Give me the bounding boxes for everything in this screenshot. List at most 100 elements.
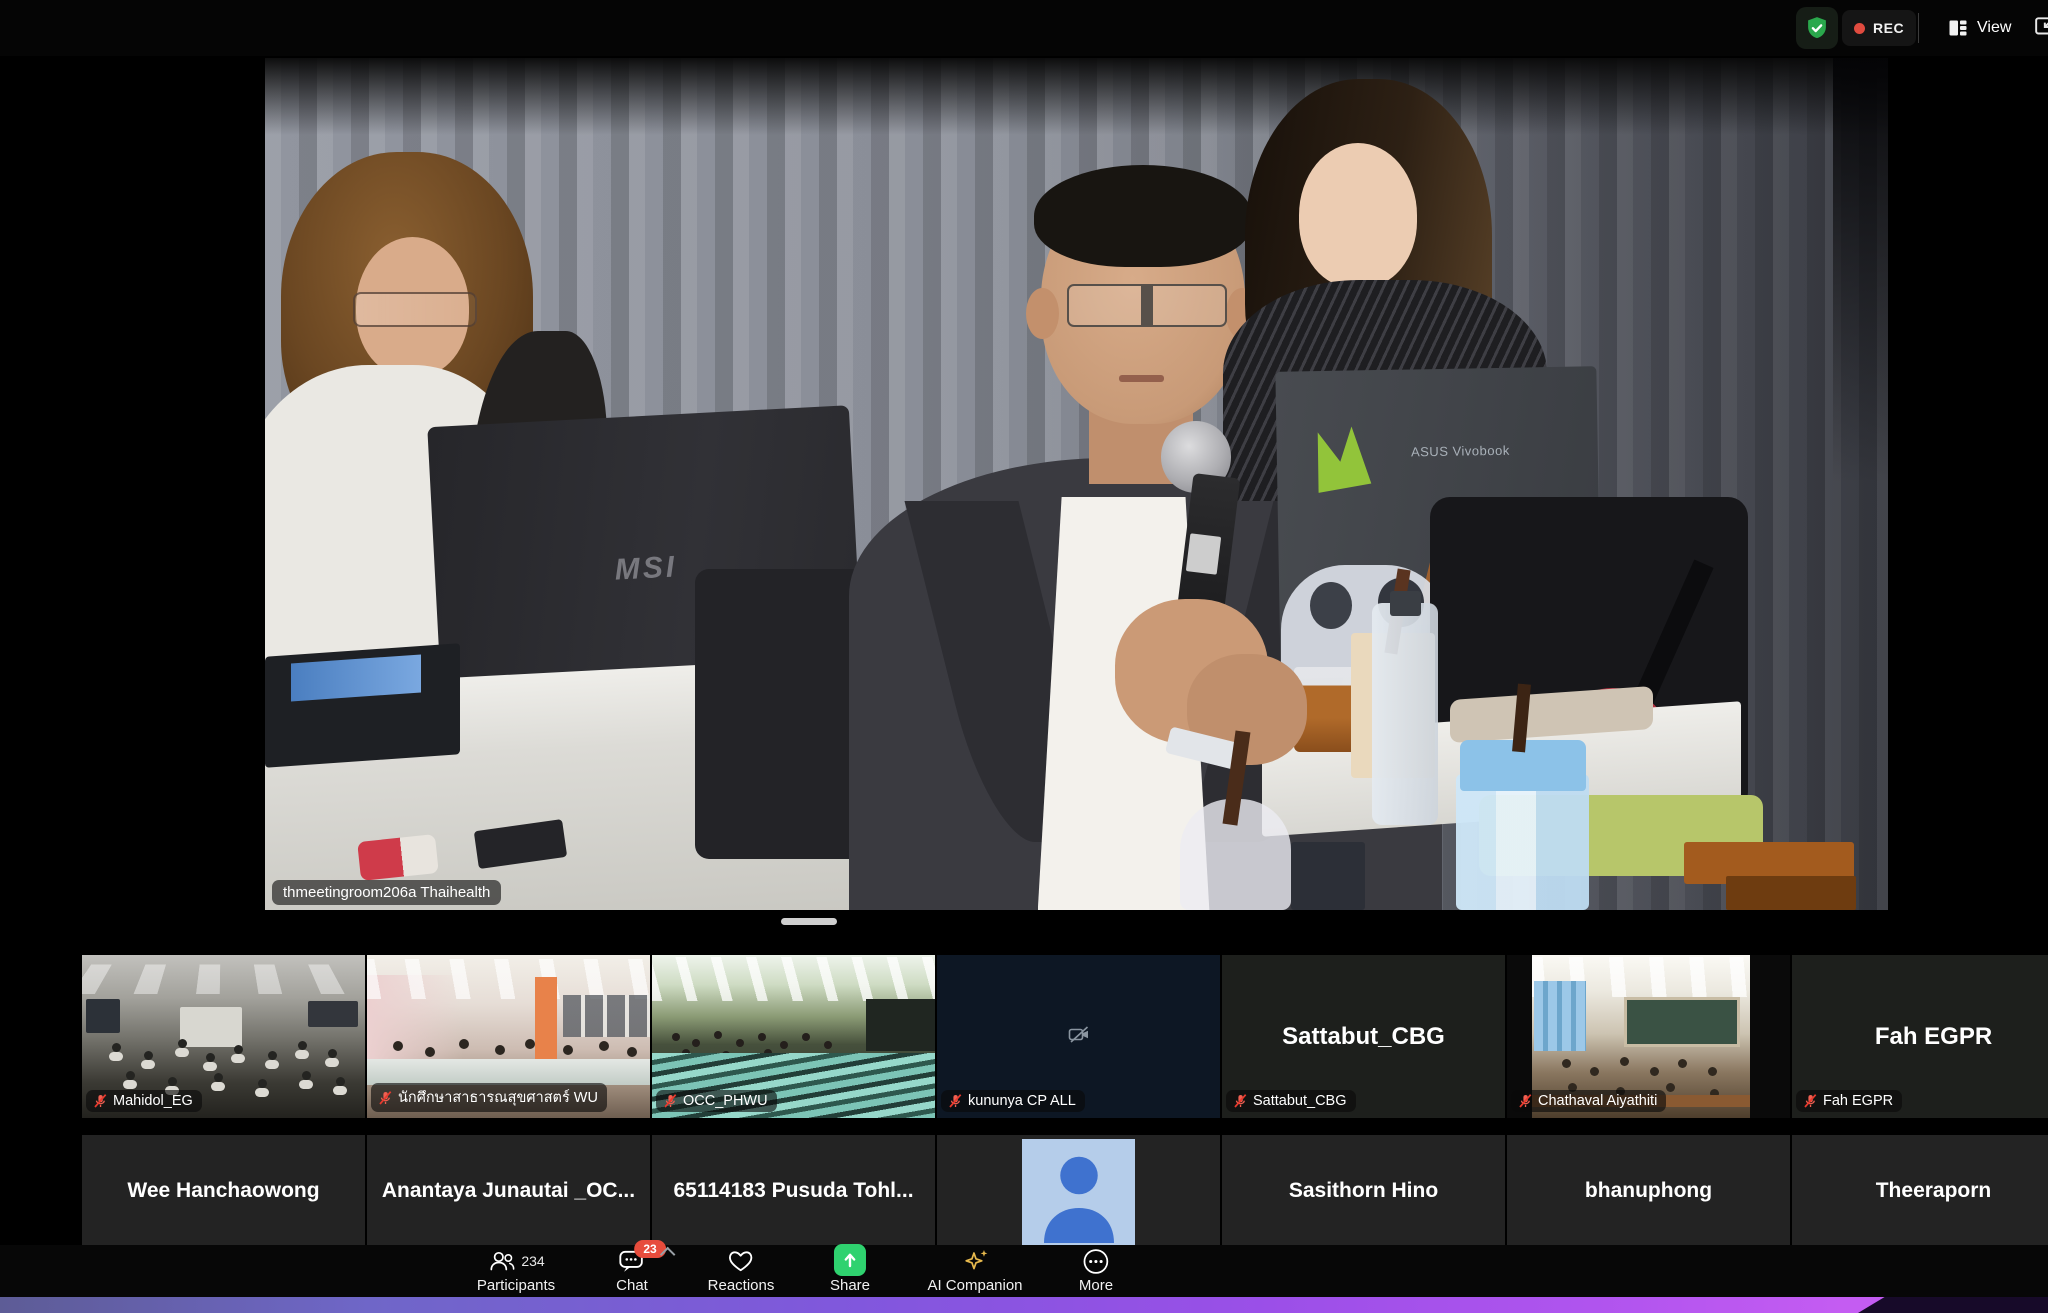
- right-edge-shadow: [1833, 58, 1888, 484]
- participant-center-name: Sasithorn Hino: [1222, 1135, 1505, 1247]
- meeting-top-bar: REC View: [0, 0, 2048, 56]
- left-attendee-glasses: [353, 292, 477, 327]
- gallery-view-icon: [1948, 18, 1968, 38]
- microphone-label: [1186, 533, 1221, 575]
- ceiling-lights: [82, 964, 365, 994]
- rec-label: REC: [1873, 20, 1904, 36]
- msi-logo-text: MSI: [614, 551, 678, 588]
- speaker-glasses: [1067, 284, 1227, 327]
- participant-center-name: 65114183 Pusuda Tohl...: [652, 1135, 935, 1247]
- participant-tile-fah-egpr[interactable]: Fah EGPR Fah EGPR: [1792, 955, 2048, 1118]
- chat-button[interactable]: 23 Chat: [616, 1247, 648, 1294]
- reactions-button[interactable]: Reactions: [708, 1247, 775, 1294]
- participant-name-pill: Mahidol_EG: [86, 1090, 202, 1112]
- security-button[interactable]: [1796, 7, 1838, 49]
- ai-companion-sparkle-icon: [960, 1248, 990, 1275]
- speaker-mouth: [1119, 375, 1164, 382]
- crowd: [652, 955, 660, 963]
- security-shield-icon: [1804, 15, 1830, 41]
- camera-off-icon: [1067, 1022, 1091, 1051]
- students: [1532, 955, 1541, 964]
- blue-pitcher-body: [1456, 774, 1589, 910]
- more-ellipsis-icon: [1082, 1248, 1110, 1275]
- rec-dot-icon: [1854, 23, 1865, 34]
- student-shirts: [82, 955, 96, 964]
- plastic-bag-hole-1: [1310, 582, 1352, 629]
- participant-center-name: bhanuphong: [1507, 1135, 1790, 1247]
- active-speaker-name-label: thmeetingroom206a Thaihealth: [272, 880, 501, 905]
- water-bottle-cap: [1390, 591, 1421, 617]
- wooden-chair-leg: [1726, 876, 1856, 910]
- ceiling-lights: [652, 957, 935, 1001]
- speaker-hair: [1034, 165, 1251, 267]
- participant-tile-anantaya[interactable]: Anantaya Junautai _OC...: [367, 1135, 650, 1247]
- participant-tile-theeraporn[interactable]: Theeraporn: [1792, 1135, 2048, 1247]
- participant-center-name: Wee Hanchaowong: [82, 1135, 365, 1247]
- participant-tile-kununya[interactable]: kununya CP ALL: [937, 955, 1220, 1118]
- participant-tile-pusuda[interactable]: 65114183 Pusuda Tohl...: [652, 1135, 935, 1247]
- heart-reactions-icon: [727, 1248, 755, 1274]
- muted-mic-icon: [1802, 1093, 1818, 1109]
- participant-tile-bhanuphong[interactable]: bhanuphong: [1507, 1135, 1790, 1247]
- wall-tv-left: [86, 999, 120, 1033]
- participant-name-pill: OCC_PHWU: [656, 1090, 777, 1112]
- back-attendee-face: [1299, 143, 1417, 288]
- recording-indicator[interactable]: REC: [1842, 10, 1916, 46]
- participant-name-pill: นักศึกษาสาธารณสุขศาสตร์ WU: [371, 1083, 607, 1112]
- participant-tile-sattabut[interactable]: Sattabut_CBG Sattabut_CBG: [1222, 955, 1505, 1118]
- blackboard: [866, 999, 935, 1051]
- ceiling-lights: [367, 959, 650, 999]
- meeting-toolbar: 234 Participants 23 Chat Reactions: [0, 1245, 2048, 1297]
- filmstrip-drag-handle[interactable]: [781, 918, 837, 925]
- participant-tile-wu-students[interactable]: นักศึกษาสาธารณสุขศาสตร์ WU: [367, 955, 650, 1118]
- dark-glass: [1291, 842, 1366, 910]
- orange-pillar: [535, 977, 557, 1069]
- muted-mic-icon: [947, 1093, 963, 1109]
- participant-tile-wee[interactable]: Wee Hanchaowong: [82, 1135, 365, 1247]
- lab-tables: [367, 1059, 650, 1085]
- muted-mic-icon: [1232, 1093, 1248, 1109]
- participant-tile-avatar[interactable]: [937, 1135, 1220, 1247]
- participants-count: 234: [521, 1253, 544, 1269]
- participant-name-pill: Fah EGPR: [1796, 1090, 1902, 1112]
- topbar-divider: [1918, 13, 1919, 43]
- participant-name-pill: kununya CP ALL: [941, 1090, 1085, 1112]
- participant-tile-chathaval[interactable]: Chathaval Aiyathiti: [1507, 955, 1790, 1118]
- participant-name-pill: Sattabut_CBG: [1226, 1090, 1356, 1112]
- student-heads: [367, 955, 377, 965]
- wall-panel-right: [308, 1001, 358, 1027]
- muted-mic-icon: [92, 1093, 108, 1109]
- person-avatar-icon: [1034, 1143, 1124, 1243]
- blue-curtain: [1534, 981, 1586, 1051]
- participant-tile-sasithorn[interactable]: Sasithorn Hino: [1222, 1135, 1505, 1247]
- water-bottle: [1372, 603, 1439, 825]
- chalkboard: [1624, 997, 1740, 1047]
- participant-tile-occ-phwu[interactable]: OCC_PHWU: [652, 955, 935, 1118]
- view-label: View: [1977, 19, 2011, 37]
- participants-icon: [487, 1248, 515, 1274]
- projector-screen: [180, 1007, 242, 1047]
- ai-companion-button[interactable]: AI Companion: [927, 1247, 1022, 1294]
- table-red-object: [357, 834, 439, 881]
- share-screen-button[interactable]: Share: [830, 1247, 870, 1294]
- ceiling-dark-band: [265, 58, 1888, 135]
- profile-avatar: [1022, 1139, 1135, 1247]
- more-button[interactable]: More: [1079, 1247, 1113, 1294]
- exit-fullscreen-icon: [2034, 14, 2048, 40]
- participant-tile-mahidol-eg[interactable]: Mahidol_EG: [82, 955, 365, 1118]
- desktop-wallpaper-strip: [0, 1297, 2048, 1313]
- wallpaper-dark-corner: [1858, 1297, 2048, 1313]
- view-button[interactable]: View: [1948, 11, 2011, 45]
- speaker-ear-left: [1026, 288, 1058, 339]
- participants-button[interactable]: 234 Participants: [477, 1247, 555, 1294]
- participant-name-pill: Chathaval Aiyathiti: [1511, 1090, 1666, 1112]
- exit-fullscreen-button[interactable]: [2034, 14, 2048, 40]
- windows-right: [563, 995, 650, 1037]
- muted-mic-icon: [662, 1093, 678, 1109]
- share-icon: [834, 1244, 866, 1276]
- asus-logo-text: ASUS Vivobook: [1411, 442, 1574, 460]
- muted-mic-icon: [1517, 1093, 1533, 1109]
- participant-center-name: Anantaya Junautai _OC...: [367, 1135, 650, 1247]
- muted-mic-icon: [377, 1090, 393, 1106]
- participant-center-name: Theeraporn: [1792, 1135, 2048, 1247]
